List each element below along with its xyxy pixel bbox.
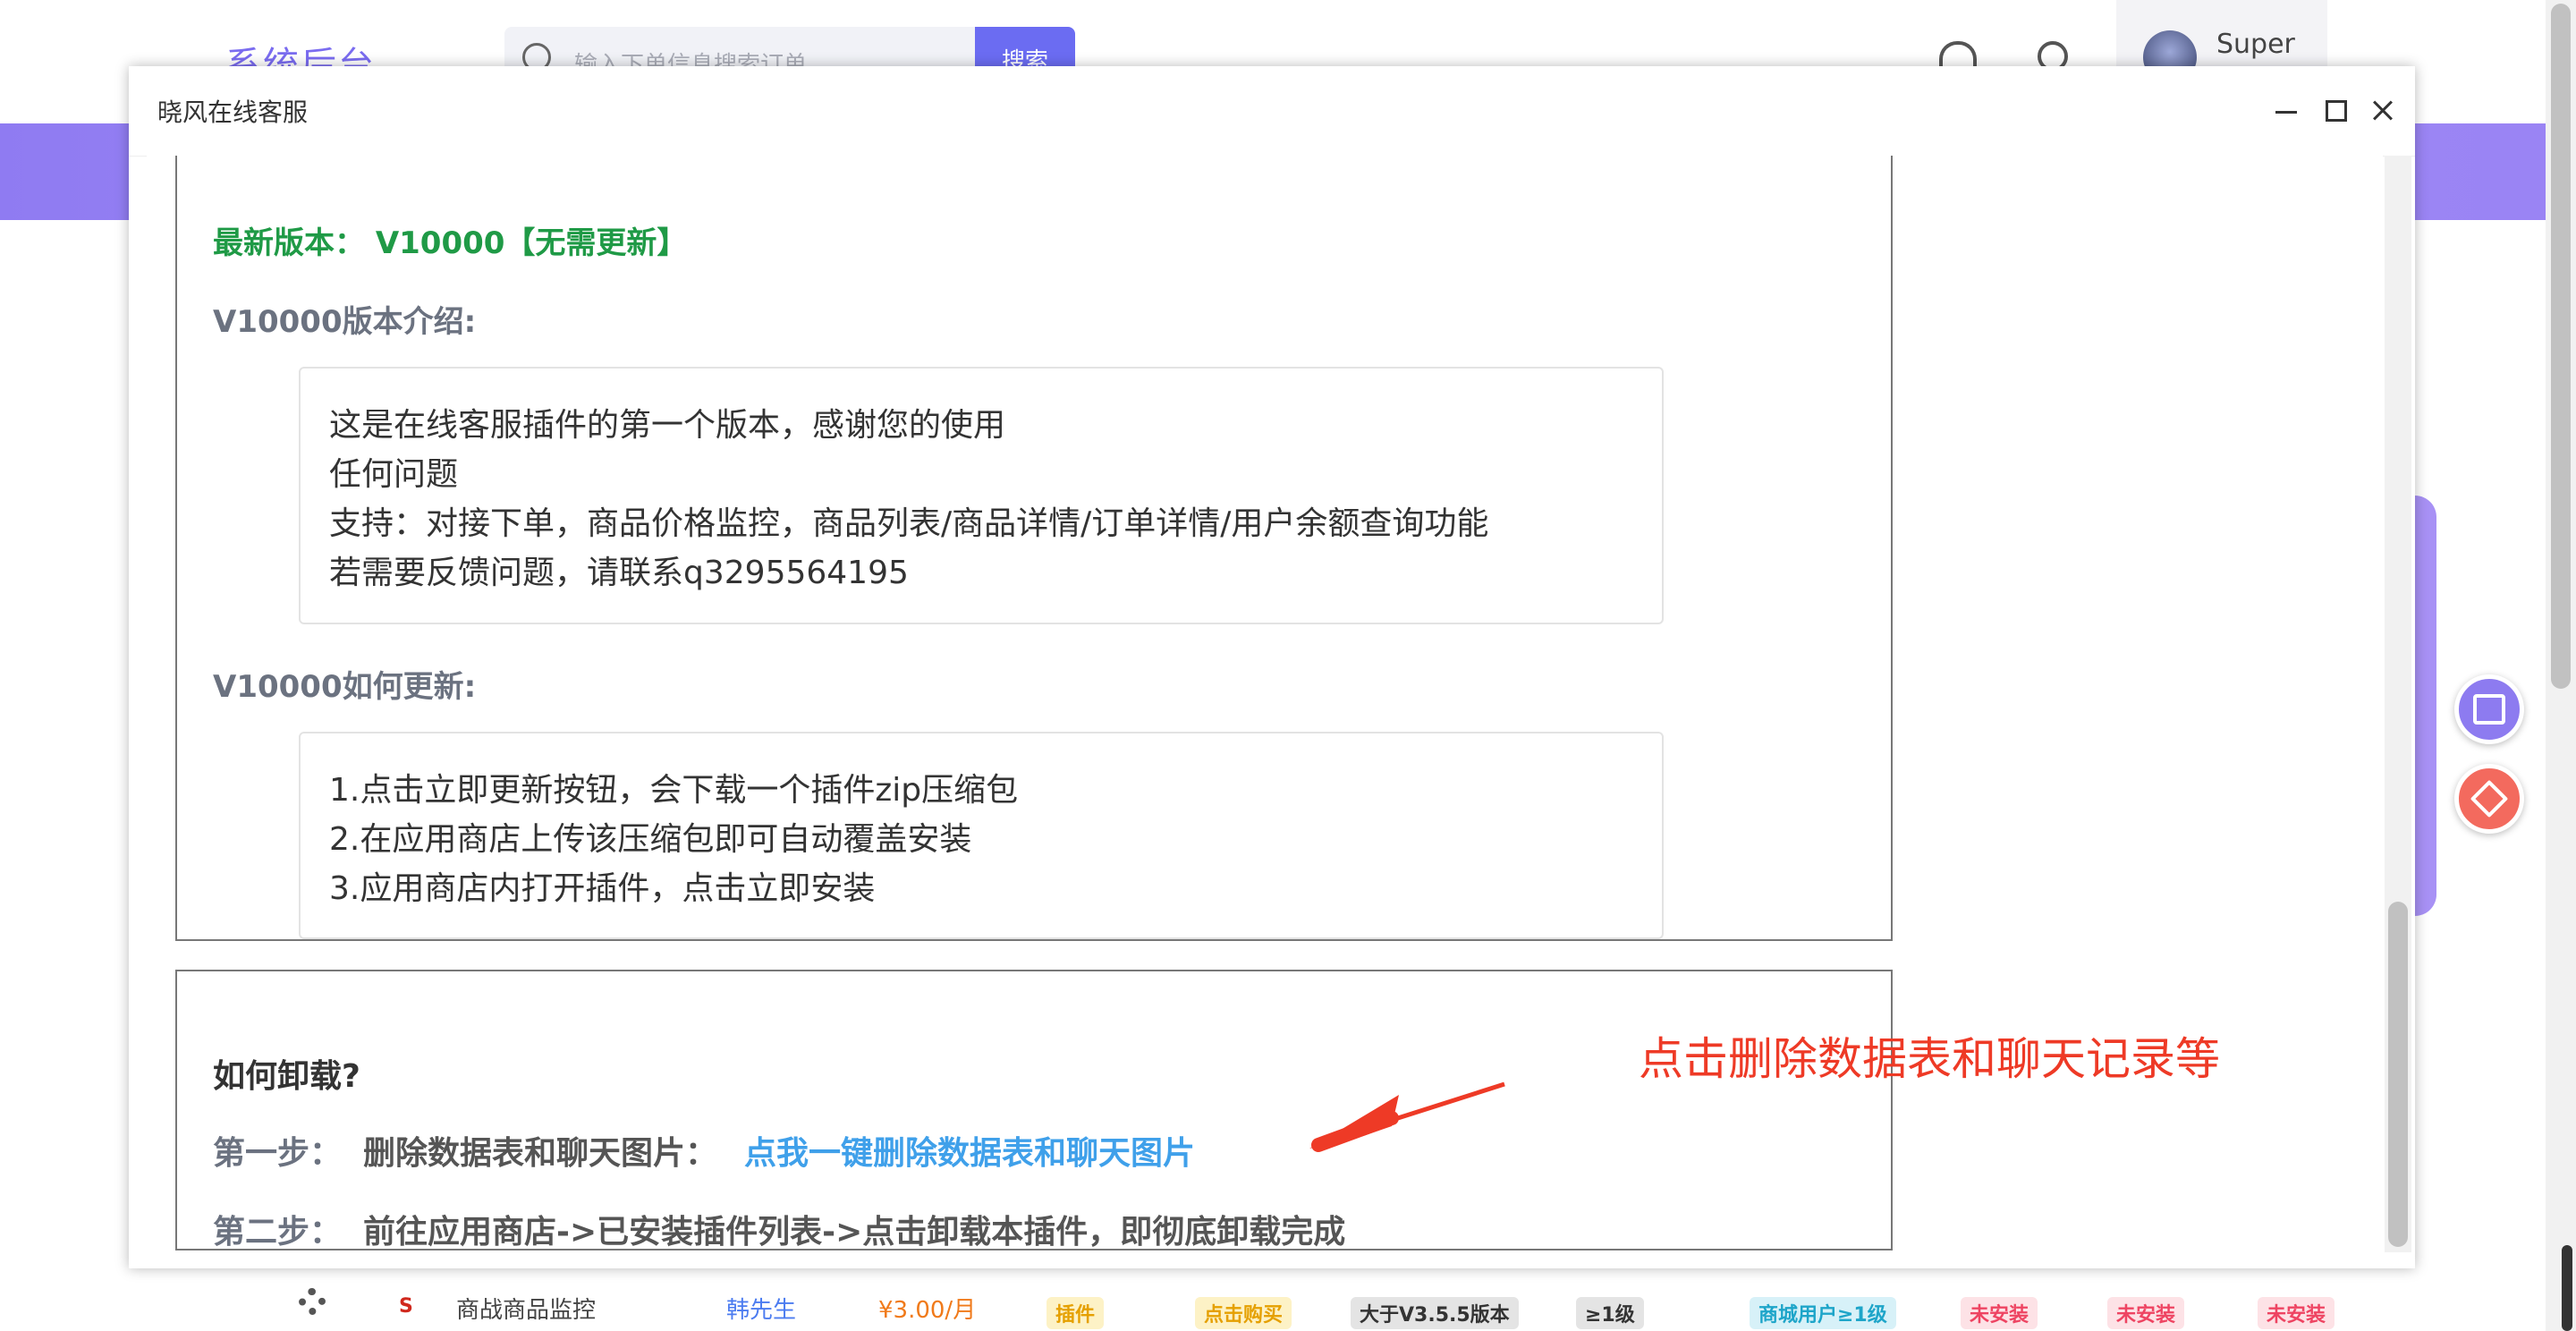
page-scrollbar[interactable] (2546, 0, 2576, 1331)
plugin-price: ¥3.00/月 (878, 1297, 977, 1324)
close-button[interactable] (2363, 91, 2402, 131)
plugin-author[interactable]: 韩先生 (726, 1292, 796, 1325)
dialog-header: 晓风在线客服 (129, 66, 2415, 157)
store-float-button[interactable] (2454, 674, 2524, 744)
gear-icon[interactable] (299, 1288, 326, 1315)
page-scrollbar-thumb[interactable] (2551, 4, 2571, 689)
user-name: Super (2216, 29, 2295, 60)
plugin-float-button[interactable] (2454, 764, 2524, 834)
annotation-arrow-icon (1309, 1081, 1505, 1152)
dialog-scrollbar[interactable] (2385, 156, 2411, 1252)
dialog-title: 晓风在线客服 (157, 97, 309, 127)
plugin-logo: S (399, 1295, 413, 1318)
level-badge: ≥1级 (1576, 1297, 1644, 1329)
customer-service-dialog: 晓风在线客服 最新版本： V10000【无需更新】 V10000版本介绍: 这是… (129, 66, 2415, 1268)
maximize-button[interactable] (2315, 91, 2354, 131)
type-badge: 插件 (1046, 1297, 1105, 1329)
page-scrollbar-thumb-secondary[interactable] (2562, 1245, 2572, 1331)
table-row: S 商战商品监控 韩先生 ¥3.00/月 插件 点击购买 大于V3.5.5版本 … (0, 1268, 2546, 1331)
user-menu[interactable]: Super (2116, 0, 2327, 84)
dialog-scrollbar-thumb[interactable] (2388, 902, 2408, 1247)
user-level-badge: 商城用户≥1级 (1750, 1297, 1896, 1329)
status-badge: 未安装 (2258, 1297, 2335, 1329)
status-badge: 未安装 (1961, 1297, 2038, 1329)
dialog-content: 最新版本： V10000【无需更新】 V10000版本介绍: 这是在线客服插件的… (147, 156, 2383, 1252)
plugin-name: 商战商品监控 (456, 1297, 597, 1324)
buy-badge[interactable]: 点击购买 (1195, 1297, 1292, 1329)
version-badge: 大于V3.5.5版本 (1351, 1297, 1519, 1329)
store-icon (2473, 694, 2505, 725)
cube-icon (2470, 779, 2509, 818)
minimize-button[interactable] (2267, 91, 2306, 131)
status-badge: 未安装 (2107, 1297, 2185, 1329)
